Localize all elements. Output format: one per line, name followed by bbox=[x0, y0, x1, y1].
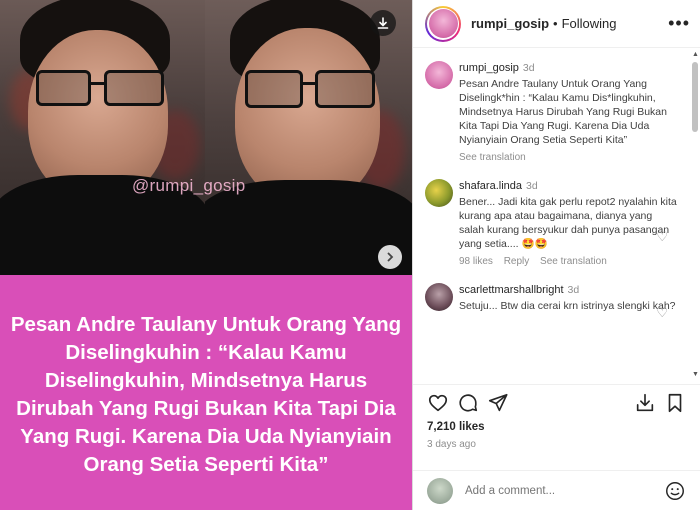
instagram-post-view: @rumpi_gosip Pesan Andre Taulany Untuk O… bbox=[0, 0, 700, 510]
comments-list: rumpi_gosip 3d Pesan Andre Taulany Untuk … bbox=[413, 49, 690, 381]
photo-right bbox=[205, 0, 412, 275]
see-translation-link[interactable]: See translation bbox=[540, 256, 607, 267]
paper-plane-icon[interactable] bbox=[483, 388, 513, 418]
scroll-down-icon[interactable]: ▼ bbox=[692, 371, 699, 378]
chevron-right-icon[interactable] bbox=[378, 245, 402, 269]
avatar bbox=[427, 477, 453, 504]
list-item: scarlettmarshallbright 3d Setuju... Btw d… bbox=[425, 283, 690, 320]
caption-banner-text: Pesan Andre Taulany Untuk Orang Yang Dis… bbox=[10, 312, 402, 476]
heart-icon[interactable]: ♡ bbox=[656, 305, 668, 321]
smiley-icon[interactable] bbox=[664, 480, 686, 502]
likes-count[interactable]: 7,210 likes bbox=[427, 421, 485, 433]
post-actions bbox=[413, 384, 700, 420]
post-timestamp: 3 days ago bbox=[427, 439, 476, 450]
heart-icon[interactable]: ♡ bbox=[656, 229, 668, 245]
comment-icon[interactable] bbox=[453, 388, 483, 418]
comment-username[interactable]: scarlettmarshallbright bbox=[459, 284, 564, 296]
comment-text: Bener... Jadi kita gak perlu repot2 nyal… bbox=[459, 196, 677, 250]
post-sidebar: rumpi_gosip • Following ••• rumpi_gosip 3… bbox=[412, 0, 700, 510]
follow-status[interactable]: Following bbox=[562, 16, 617, 31]
avatar[interactable] bbox=[425, 61, 453, 89]
comment-time: 3d bbox=[526, 180, 538, 192]
watermark-text: @rumpi_gosip bbox=[132, 176, 246, 195]
comment-username[interactable]: rumpi_gosip bbox=[459, 62, 519, 74]
comment-time: 3d bbox=[522, 62, 535, 74]
author-username[interactable]: rumpi_gosip bbox=[471, 16, 549, 31]
add-comment-input[interactable] bbox=[465, 484, 645, 497]
bookmark-icon[interactable] bbox=[660, 388, 690, 418]
list-item: rumpi_gosip 3d Pesan Andre Taulany Untuk … bbox=[425, 61, 690, 165]
comment-likes[interactable]: 98 likes bbox=[459, 256, 493, 267]
download-icon[interactable] bbox=[370, 10, 396, 36]
avatar[interactable] bbox=[425, 283, 453, 311]
avatar[interactable] bbox=[425, 179, 453, 207]
post-media[interactable]: @rumpi_gosip Pesan Andre Taulany Untuk O… bbox=[0, 0, 412, 510]
scroll-thumb[interactable] bbox=[692, 62, 698, 132]
author-avatar[interactable] bbox=[425, 5, 461, 42]
photo-left bbox=[0, 0, 205, 275]
see-translation-link[interactable]: See translation bbox=[459, 152, 526, 163]
comment-text: Setuju... Btw dia cerai krn istrinya sle… bbox=[459, 300, 676, 312]
more-options-icon[interactable]: ••• bbox=[668, 13, 690, 34]
reply-button[interactable]: Reply bbox=[504, 256, 530, 267]
post-header: rumpi_gosip • Following ••• bbox=[413, 0, 700, 48]
comment-time: 3d bbox=[567, 284, 580, 296]
comments-scrollbar[interactable]: ▲ ▼ bbox=[692, 51, 699, 378]
scroll-up-icon[interactable]: ▲ bbox=[692, 51, 699, 58]
comment-text: Pesan Andre Taulany Untuk Orang Yang Dis… bbox=[459, 78, 667, 146]
add-comment-bar bbox=[413, 470, 700, 510]
list-item: shafara.linda 3d Bener... Jadi kita gak p… bbox=[425, 179, 690, 269]
comment-username[interactable]: shafara.linda bbox=[459, 180, 522, 192]
caption-banner: Pesan Andre Taulany Untuk Orang Yang Dis… bbox=[0, 275, 412, 510]
download-tray-icon[interactable] bbox=[630, 388, 660, 418]
heart-icon[interactable] bbox=[423, 388, 453, 418]
separator-dot: • bbox=[553, 16, 558, 31]
